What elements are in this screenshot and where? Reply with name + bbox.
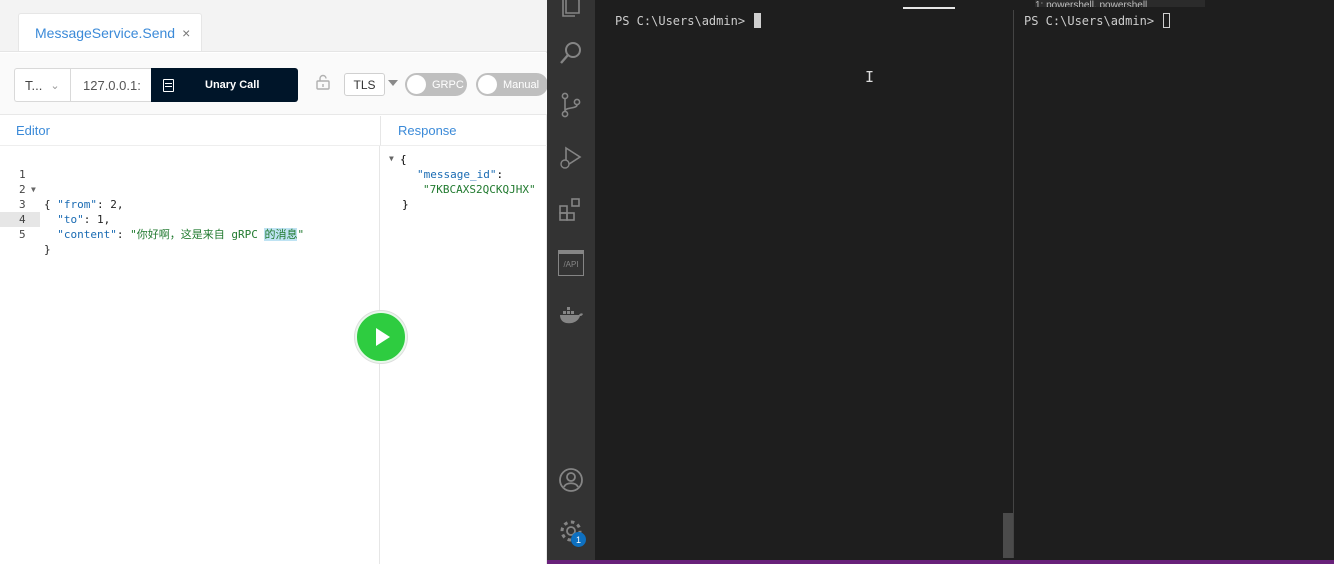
toggle-knob [478, 75, 497, 94]
code-line: 5 } [0, 212, 378, 256]
terminal-tab-hint[interactable]: 1: powershell, powershell [1035, 0, 1205, 7]
terminal-cursor [1163, 13, 1171, 28]
selected-text: 的消息 [264, 228, 298, 241]
code-line: 3 "to": 1, [0, 182, 378, 226]
response-title: Response [380, 116, 547, 146]
code-text: "content": "你好啊，这是来自 gRPC 的消息" [57, 228, 305, 241]
play-icon [376, 328, 390, 346]
activity-bar: /API 1 [547, 0, 595, 560]
prompt-text: PS C:\Users\admin> [615, 14, 746, 28]
json-key: "message_id" [417, 168, 497, 181]
run-button[interactable] [355, 311, 407, 363]
unlock-icon[interactable] [316, 74, 330, 90]
explorer-icon[interactable] [558, 0, 584, 18]
tls-button[interactable]: TLS [344, 73, 385, 96]
grpc-client-window: MessageService.Send × T... ⌄ 127.0.0.1: … [0, 0, 548, 564]
code-line-active: 4 "content": "你好啊，这是来自 gRPC 的消息" [0, 197, 378, 241]
environment-value: T... [25, 77, 43, 93]
mouse-ibeam-cursor: I [865, 68, 875, 86]
search-icon[interactable] [558, 40, 584, 66]
status-bar [547, 560, 1334, 564]
tab-label: MessageService.Send [35, 24, 176, 41]
line-number: 5 [19, 228, 26, 241]
response-viewer[interactable]: ▼ { "message_id": "7KBCAXS2QCKQJHX" } [385, 152, 536, 212]
toggle-knob [407, 75, 426, 94]
response-value-line: "7KBCAXS2QCKQJHX" [385, 182, 536, 197]
run-debug-icon[interactable] [558, 144, 584, 170]
chevron-down-icon: ⌄ [50, 79, 60, 92]
response-close-brace: } [402, 198, 409, 211]
manual-toggle[interactable]: Manual [476, 73, 548, 96]
screen: MessageService.Send × T... ⌄ 127.0.0.1: … [0, 0, 1334, 564]
tab-message-service-send[interactable]: MessageService.Send × [18, 13, 202, 51]
grpc-toggle-label: GRPC [432, 78, 464, 91]
settings-update-badge: 1 [571, 532, 586, 547]
terminal-cursor [754, 13, 762, 28]
terminal-right-line[interactable]: PS C:\Users\admin> [1024, 13, 1171, 28]
document-icon [163, 78, 174, 92]
terminal-left-line[interactable]: PS C:\Users\admin> [615, 13, 762, 28]
json-string-value: "你好啊，这是来自 gRPC [130, 228, 265, 241]
terminal-panel[interactable]: 1: powershell, powershell PS C:\Users\ad… [595, 0, 1334, 560]
close-icon[interactable]: × [182, 25, 190, 41]
prompt-text: PS C:\Users\admin> [1024, 14, 1155, 28]
environment-select[interactable]: T... ⌄ [14, 68, 71, 102]
vscode-window: /API 1 1: powershell, powershell PS C:\U… [547, 0, 1334, 564]
response-key-line: "message_id": [417, 168, 504, 181]
terminal-split-divider[interactable] [1013, 10, 1014, 558]
manual-toggle-label: Manual [503, 78, 540, 91]
grpc-toggle[interactable]: GRPC [405, 73, 467, 96]
server-address-input[interactable]: 127.0.0.1: [70, 68, 152, 102]
extensions-icon[interactable] [558, 196, 584, 222]
response-open-brace: { [400, 153, 407, 166]
account-icon[interactable] [558, 467, 584, 493]
caret-down-icon[interactable] [388, 80, 398, 86]
unary-call-button[interactable]: Unary Call [151, 68, 298, 102]
code-line: 2 "from": 2, [0, 167, 378, 211]
json-key: "content" [57, 228, 117, 241]
api-icon[interactable]: /API [558, 250, 584, 276]
request-editor[interactable]: 1 ▼ { 2 "from": 2, 3 "to": 1, 4 "content… [0, 152, 378, 256]
terminal-scrollbar[interactable] [1003, 513, 1013, 558]
code-text: } [44, 243, 51, 256]
editor-title: Editor [0, 116, 380, 146]
message-id-value: "7KBCAXS2QCKQJHX" [423, 183, 536, 196]
docker-icon[interactable] [558, 302, 584, 328]
source-control-icon[interactable] [558, 92, 584, 118]
active-tab-indicator [903, 7, 955, 9]
unary-call-label: Unary Call [205, 79, 260, 91]
code-line: 1 ▼ { [0, 152, 378, 211]
tab-bar: MessageService.Send × [0, 0, 547, 52]
